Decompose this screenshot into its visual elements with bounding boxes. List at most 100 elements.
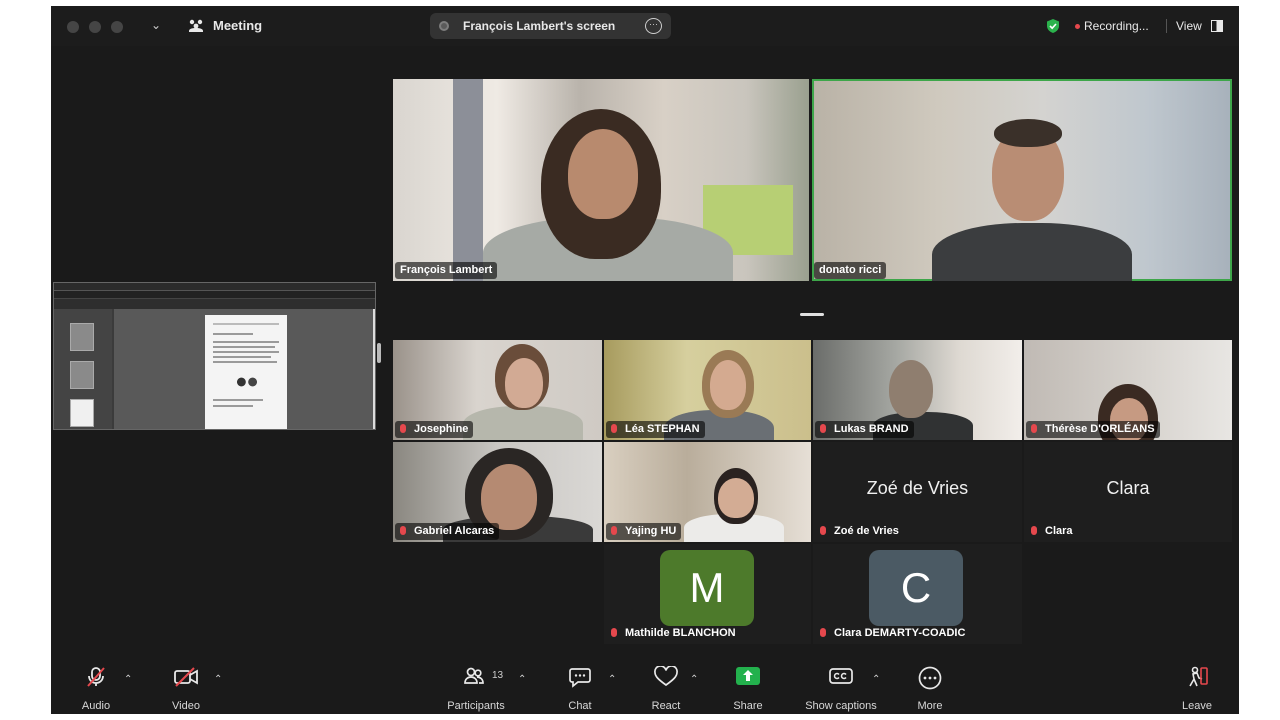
react-button[interactable]: React	[641, 654, 691, 714]
video-tile[interactable]: Thérèse D'ORLÉANS	[1024, 340, 1232, 440]
more-icon	[918, 666, 942, 690]
chat-icon	[569, 668, 591, 688]
participant-name: Léa STEPHAN	[606, 421, 705, 438]
meeting-icon	[189, 19, 203, 32]
react-options-caret[interactable]: ⌃	[690, 674, 698, 685]
zoom-window-button[interactable]	[111, 21, 123, 33]
participant-name: Zoé de Vries	[815, 523, 904, 540]
chat-label: Chat	[568, 700, 592, 712]
captions-label: Show captions	[805, 700, 877, 712]
leave-button[interactable]: Leave	[1172, 654, 1222, 714]
chat-options-caret[interactable]: ⌃	[608, 674, 616, 685]
chevron-down-icon[interactable]: ⌄	[151, 18, 161, 32]
thumb-page-preview	[70, 323, 94, 351]
video-tile[interactable]: Josephine	[393, 340, 602, 440]
participant-name: Yajing HU	[606, 523, 682, 540]
audio-label: Audio	[81, 700, 111, 712]
microphone-muted-icon	[611, 526, 617, 535]
video-tile[interactable]: Lukas BRAND	[813, 340, 1022, 440]
share-label: Share	[733, 700, 763, 712]
recording-dot-icon	[1075, 24, 1080, 29]
title-bar: ⌄ Meeting François Lambert's screen ··· …	[51, 6, 1239, 46]
shield-check-icon[interactable]	[1045, 18, 1061, 34]
thumb-edge	[373, 309, 375, 429]
thumb-browser-tabs	[54, 283, 375, 291]
participant-name: Mathilde BLANCHON	[606, 625, 741, 642]
video-button[interactable]: Video	[161, 654, 211, 714]
microphone-muted-icon	[820, 526, 826, 535]
audio-options-caret[interactable]: ⌃	[124, 674, 132, 685]
participant-name: Clara	[1026, 523, 1078, 540]
minimize-window-button[interactable]	[89, 21, 101, 33]
avatar-tile[interactable]: M Mathilde BLANCHON	[604, 544, 811, 644]
react-label: React	[651, 700, 681, 712]
participants-label: Participants	[447, 700, 505, 712]
view-button[interactable]: View	[1176, 19, 1202, 33]
microphone-muted-icon	[611, 424, 617, 433]
microphone-muted-icon	[820, 628, 826, 637]
video-off-icon	[174, 667, 198, 687]
participants-count: 13	[492, 670, 504, 681]
more-button[interactable]: More	[905, 654, 955, 714]
avatar: C	[869, 550, 963, 626]
microphone-muted-icon	[1031, 424, 1037, 433]
more-label: More	[917, 700, 943, 712]
microphone-muted-icon	[87, 667, 105, 687]
participant-name: donato ricci	[814, 262, 887, 279]
meeting-toolbar: Audio ⌃ Video ⌃ 13 Participants ⌃ Chat ⌃…	[51, 654, 1239, 714]
video-options-caret[interactable]: ⌃	[214, 674, 222, 685]
thumb-page-preview	[70, 399, 94, 427]
microphone-muted-icon	[611, 628, 617, 637]
panel-resize-handle[interactable]	[377, 343, 381, 363]
thumb-figure	[233, 375, 261, 389]
avatar-tile[interactable]: C Clara DEMARTY-COADIC	[813, 544, 1022, 644]
recording-label[interactable]: Recording...	[1084, 19, 1149, 33]
video-tile[interactable]: Gabriel Alcaras	[393, 442, 602, 542]
screen-share-pill[interactable]: François Lambert's screen ···	[430, 13, 671, 39]
heart-icon	[654, 666, 678, 687]
audio-button[interactable]: Audio	[71, 654, 121, 714]
participant-name: Thérèse D'ORLÉANS	[1026, 421, 1160, 438]
avatar: M	[660, 550, 754, 626]
participant-display-name: Clara	[1106, 478, 1150, 498]
gallery-resize-handle[interactable]	[800, 313, 824, 316]
video-off-tile[interactable]: Clara Clara	[1024, 442, 1232, 542]
titlebar-divider	[1166, 19, 1167, 33]
more-options-icon[interactable]: ···	[645, 18, 662, 34]
chat-button[interactable]: Chat	[555, 654, 605, 714]
share-button[interactable]: Share	[723, 654, 773, 714]
participant-display-name: Zoé de Vries	[866, 478, 969, 498]
thumb-page-preview	[70, 361, 94, 389]
thumb-page-sidebar	[54, 309, 112, 429]
video-tile-active-speaker[interactable]: donato ricci	[812, 79, 1232, 281]
leave-label: Leave	[1182, 700, 1212, 712]
video-tile[interactable]: Yajing HU	[604, 442, 811, 542]
participants-button[interactable]: 13 Participants	[441, 654, 511, 714]
microphone-muted-icon	[400, 526, 406, 535]
microphone-muted-icon	[820, 424, 826, 433]
meeting-label: Meeting	[213, 18, 263, 33]
video-off-tile[interactable]: Zoé de Vries Zoé de Vries	[813, 442, 1022, 542]
microphone-muted-icon	[400, 424, 406, 433]
participants-icon	[464, 667, 484, 684]
thumb-viewer-toolbar	[54, 299, 375, 309]
thumb-document-viewer	[114, 309, 375, 429]
captions-icon	[829, 668, 853, 684]
thumb-browser-address	[54, 291, 375, 299]
leave-icon	[1189, 666, 1208, 687]
microphone-muted-icon	[1031, 526, 1037, 535]
thumb-document-page	[205, 315, 287, 429]
video-label: Video	[172, 700, 200, 712]
captions-options-caret[interactable]: ⌃	[872, 674, 880, 685]
participant-name: François Lambert	[395, 262, 498, 279]
participant-name: Gabriel Alcaras	[395, 523, 500, 540]
video-tile[interactable]: Léa STEPHAN	[604, 340, 811, 440]
video-tile[interactable]: François Lambert	[393, 79, 809, 281]
sharing-indicator-icon	[439, 21, 449, 31]
view-grid-icon[interactable]	[1211, 20, 1223, 32]
participant-name: Lukas BRAND	[815, 421, 914, 438]
shared-screen-thumbnail[interactable]	[53, 282, 376, 430]
zoom-window: ⌄ Meeting François Lambert's screen ··· …	[51, 6, 1239, 714]
close-window-button[interactable]	[67, 21, 79, 33]
participants-options-caret[interactable]: ⌃	[518, 674, 526, 685]
